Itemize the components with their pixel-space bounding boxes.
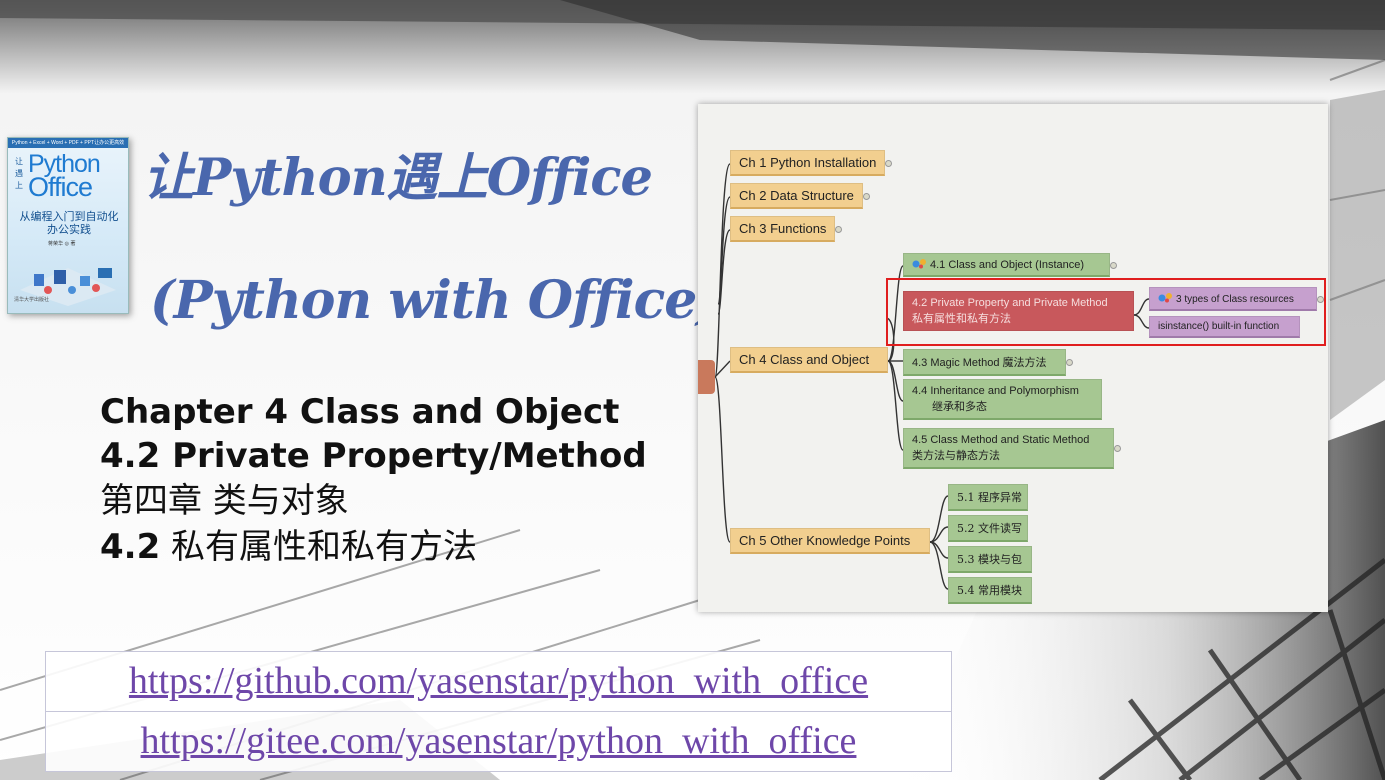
- slide-title-english: (Python with Office): [150, 270, 721, 331]
- gear-icon: [912, 259, 926, 269]
- chapter-heading: Chapter 4 Class and Object 4.2 Private P…: [100, 390, 647, 570]
- book-title-office: Office: [28, 172, 93, 202]
- node-ch1[interactable]: Ch 1 Python Installation: [730, 150, 893, 176]
- book-side-text: 让遇上: [15, 157, 23, 190]
- gitee-link[interactable]: https://gitee.com/yasenstar/python_with_…: [46, 711, 951, 771]
- slide-title-chinese: 让Python遇上Office: [143, 148, 653, 208]
- node-4-4[interactable]: 4.4 Inheritance and Polymorphism 继承和多态: [903, 379, 1102, 420]
- repository-links: https://github.com/yasenstar/python_with…: [45, 651, 952, 772]
- node-4-3[interactable]: 4.3 Magic Method 魔法方法: [903, 349, 1073, 376]
- node-5-3-label: 5.3 模块与包: [957, 553, 1022, 566]
- collapse-dot[interactable]: [835, 225, 843, 233]
- node-ch2[interactable]: Ch 2 Data Structure: [730, 183, 870, 209]
- node-5-4-label: 5.4 常用模块: [957, 584, 1022, 597]
- collapse-dot[interactable]: [862, 192, 870, 200]
- node-ch5[interactable]: Ch 5 Other Knowledge Points: [730, 528, 930, 554]
- chapter-cn-number: 4.2: [100, 527, 161, 567]
- node-5-3[interactable]: 5.3 模块与包: [948, 546, 1032, 573]
- mindmap-panel: Ch 1 Python Installation Ch 2 Data Struc…: [698, 104, 1328, 612]
- node-4-5-label-en: 4.5 Class Method and Static Method: [912, 434, 1090, 446]
- node-5-1-label: 5.1 程序异常: [957, 491, 1022, 504]
- book-author: 蒋荣华 ◎ 著: [48, 241, 76, 247]
- collapse-dot[interactable]: [1066, 359, 1073, 366]
- node-ch4-label: Ch 4 Class and Object: [739, 352, 870, 367]
- node-4-1[interactable]: 4.1 Class and Object (Instance): [903, 253, 1117, 277]
- node-ch3[interactable]: Ch 3 Functions: [730, 216, 843, 242]
- node-4-5[interactable]: 4.5 Class Method and Static Method 类方法与静…: [903, 428, 1121, 469]
- node-5-2[interactable]: 5.2 文件读写: [948, 515, 1028, 542]
- chapter-cn-line-2: 4.2 私有属性和私有方法: [100, 524, 647, 570]
- node-4-4-label-en: 4.4 Inheritance and Polymorphism: [912, 385, 1079, 397]
- collapse-dot[interactable]: [1114, 445, 1121, 452]
- collapse-dot[interactable]: [885, 159, 893, 167]
- node-4-1-label: 4.1 Class and Object (Instance): [930, 259, 1085, 271]
- github-link[interactable]: https://github.com/yasenstar/python_with…: [46, 652, 951, 711]
- chapter-en-line-2: 4.2 Private Property/Method: [100, 436, 647, 476]
- node-5-2-label: 5.2 文件读写: [957, 522, 1022, 535]
- book-publisher: 清华大学出版社: [14, 297, 50, 303]
- mindmap-root-stub[interactable]: [698, 360, 715, 394]
- node-4-3-label-cn: 魔法方法: [1002, 356, 1047, 369]
- node-ch5-label: Ch 5 Other Knowledge Points: [739, 533, 911, 548]
- node-4-5-label-cn: 类方法与静态方法: [912, 449, 1000, 462]
- node-ch2-label: Ch 2 Data Structure: [739, 188, 854, 203]
- node-4-4-label-cn: 继承和多态: [932, 400, 987, 413]
- collapse-dot[interactable]: [1110, 261, 1117, 269]
- node-5-1[interactable]: 5.1 程序异常: [948, 484, 1028, 511]
- node-ch4[interactable]: Ch 4 Class and Object: [730, 347, 888, 373]
- book-cover: Python + Excel + Word + PDF + PPT让办公更高效 …: [7, 137, 129, 314]
- book-subtitle: 从编程入门到自动化办公实践: [19, 210, 119, 236]
- node-ch1-label: Ch 1 Python Installation: [739, 155, 877, 170]
- chapter-en-line-1: Chapter 4 Class and Object: [100, 392, 620, 432]
- chapter-cn-text: 私有属性和私有方法: [160, 527, 478, 567]
- node-ch3-label: Ch 3 Functions: [739, 221, 827, 236]
- book-top-strip: Python + Excel + Word + PDF + PPT让办公更高效: [8, 138, 128, 148]
- node-4-3-label-en: 4.3 Magic Method: [912, 357, 1003, 369]
- chapter-cn-line-1: 第四章 类与对象: [100, 481, 349, 521]
- node-5-4[interactable]: 5.4 常用模块: [948, 577, 1032, 604]
- highlight-box: [886, 278, 1326, 346]
